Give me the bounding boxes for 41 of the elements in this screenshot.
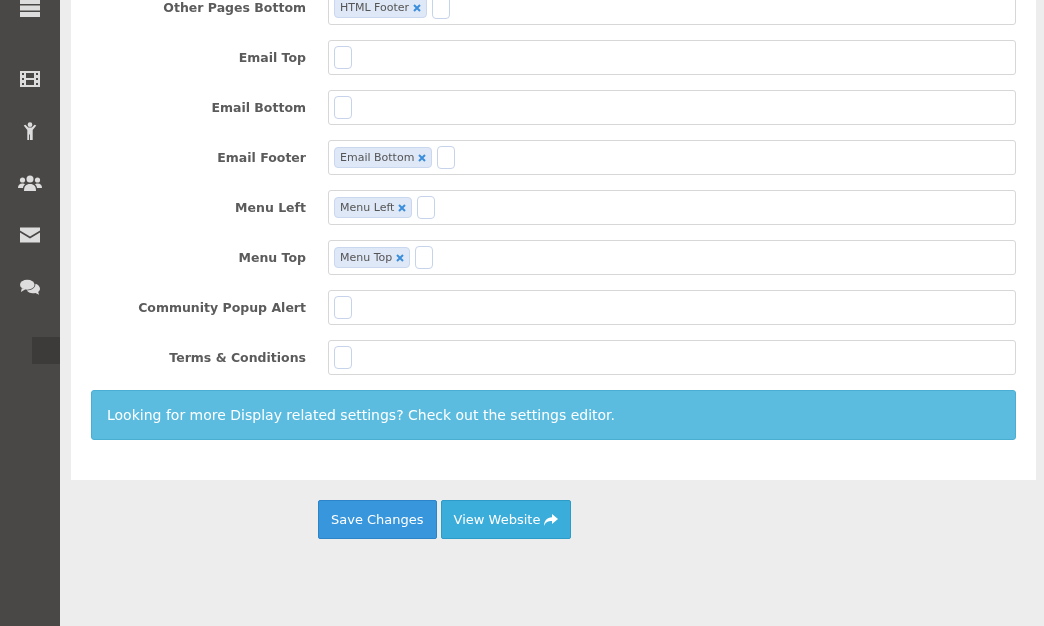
tag-chip: Menu Left <box>334 197 413 218</box>
remove-icon[interactable] <box>418 153 427 162</box>
tag-input-field[interactable]: Email Bottom <box>328 140 1016 175</box>
sidebar-highlight <box>32 337 60 364</box>
tag-input-field[interactable]: Menu Left <box>328 190 1016 225</box>
remove-icon[interactable] <box>396 253 405 262</box>
text-input[interactable] <box>334 346 352 369</box>
share-icon <box>544 513 559 526</box>
users-icon[interactable] <box>18 174 42 192</box>
field-label: Email Top <box>237 50 307 65</box>
remove-icon[interactable] <box>413 3 422 12</box>
list-icon[interactable] <box>20 0 40 17</box>
tag-input-field[interactable]: HTML Footer <box>328 0 1016 25</box>
field-label: Community Popup Alert <box>137 300 307 315</box>
text-input[interactable] <box>334 296 352 319</box>
text-input[interactable] <box>432 0 451 19</box>
field-label: Menu Top <box>237 250 307 265</box>
tag-chip: Menu Top <box>334 247 411 268</box>
tag-chip: HTML Footer <box>334 0 428 18</box>
tag-input-field[interactable]: Menu Top <box>328 240 1016 275</box>
text-input[interactable] <box>417 196 436 219</box>
tag-input-field[interactable] <box>328 90 1016 125</box>
film-icon[interactable] <box>20 70 40 88</box>
field-label: Menu Left <box>234 200 307 215</box>
info-alert: Looking for more Display related settings? Check out the settings editor. <box>91 390 1016 440</box>
text-input[interactable] <box>437 146 456 169</box>
tag-input-field[interactable] <box>328 40 1016 75</box>
field-label: Email Footer <box>216 150 307 165</box>
field-label: Email Bottom <box>210 100 307 115</box>
field-label: Terms & Conditions <box>168 350 307 365</box>
text-input[interactable] <box>415 246 434 269</box>
remove-icon[interactable] <box>398 203 407 212</box>
envelope-icon[interactable] <box>20 226 40 244</box>
text-input[interactable] <box>334 46 352 69</box>
save-button[interactable]: Save Changes <box>318 500 437 539</box>
field-label: Other Pages Bottom <box>162 0 307 15</box>
comments-icon[interactable] <box>20 278 40 296</box>
tag-input-field[interactable] <box>328 340 1016 375</box>
text-input[interactable] <box>334 96 352 119</box>
tag-chip: Email Bottom <box>334 147 433 168</box>
tag-input-field[interactable] <box>328 290 1016 325</box>
